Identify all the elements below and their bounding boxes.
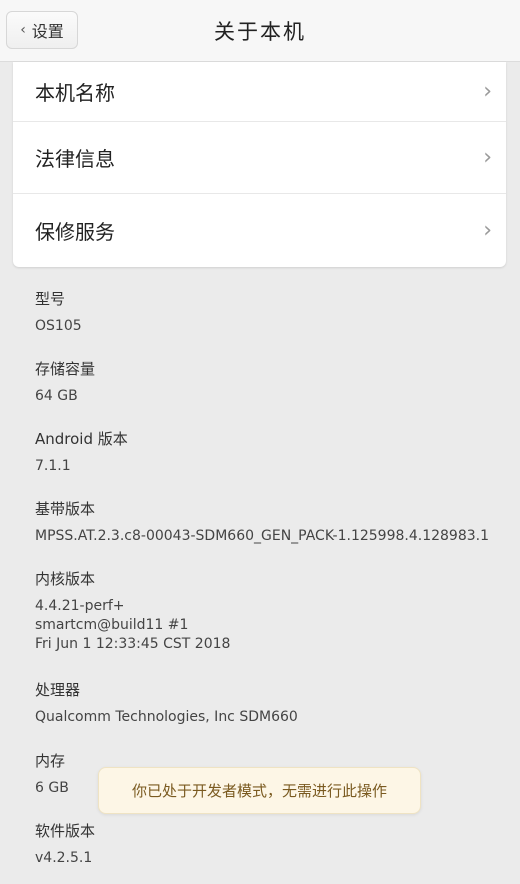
info-label: 基带版本 xyxy=(35,500,96,518)
info-baseband-version: 基带版本 MPSS.AT.2.3.c8-00043-SDM660_GEN_PAC… xyxy=(35,498,489,546)
menu-item-legal-info[interactable]: 法律信息 › xyxy=(13,122,506,194)
info-value: 7.1.1 xyxy=(35,458,71,474)
info-label: 软件版本 xyxy=(35,822,96,840)
menu-item-warranty[interactable]: 保修服务 › xyxy=(13,194,506,267)
kernel-line: smartcm@build11 #1 xyxy=(35,617,189,633)
info-label: 内存 xyxy=(35,752,66,770)
chevron-right-icon: › xyxy=(483,145,492,170)
info-value: 64 GB xyxy=(35,388,78,404)
info-label: Android 版本 xyxy=(35,430,128,448)
info-software-version: 软件版本 v4.2.5.1 xyxy=(35,820,95,868)
page-title: 关于本机 xyxy=(214,20,306,44)
info-storage: 存储容量 64 GB xyxy=(35,358,95,406)
info-value: MPSS.AT.2.3.c8-00043-SDM660_GEN_PACK-1.1… xyxy=(35,528,489,544)
info-label: 内核版本 xyxy=(35,570,96,588)
menu-item-label: 保修服务 xyxy=(35,220,115,244)
info-model: 型号 OS105 xyxy=(35,288,82,336)
menu-item-device-name[interactable]: 本机名称 › xyxy=(13,62,506,122)
toast-message: 你已处于开发者模式，无需进行此操作 xyxy=(98,767,421,814)
info-kernel-version: 内核版本 4.4.21-perf+ smartcm@build11 #1 Fri… xyxy=(35,568,230,654)
info-memory: 内存 6 GB xyxy=(35,750,69,798)
info-value: 6 GB xyxy=(35,780,69,796)
info-value: Qualcomm Technologies, Inc SDM660 xyxy=(35,709,298,725)
info-label: 处理器 xyxy=(35,681,81,699)
kernel-line: 4.4.21-perf+ xyxy=(35,598,125,614)
info-value: v4.2.5.1 xyxy=(35,850,93,866)
info-value: 4.4.21-perf+ smartcm@build11 #1 Fri Jun … xyxy=(35,597,230,654)
chevron-right-icon: › xyxy=(483,79,492,104)
info-label: 存储容量 xyxy=(35,360,96,378)
info-android-version: Android 版本 7.1.1 xyxy=(35,428,128,476)
kernel-line: Fri Jun 1 12:33:45 CST 2018 xyxy=(35,636,231,652)
menu-item-label: 法律信息 xyxy=(35,147,115,171)
about-phone-screen: ‹ 设置 关于本机 本机名称 › 法律信息 › 保修服务 › 型号 OS105 … xyxy=(0,0,520,884)
top-bar: ‹ 设置 关于本机 xyxy=(0,0,520,62)
info-value: OS105 xyxy=(35,318,82,334)
menu-item-label: 本机名称 xyxy=(35,81,115,105)
info-processor: 处理器 Qualcomm Technologies, Inc SDM660 xyxy=(35,679,298,727)
chevron-right-icon: › xyxy=(483,218,492,243)
info-label: 型号 xyxy=(35,290,66,308)
settings-card: 本机名称 › 法律信息 › 保修服务 › xyxy=(13,62,506,267)
